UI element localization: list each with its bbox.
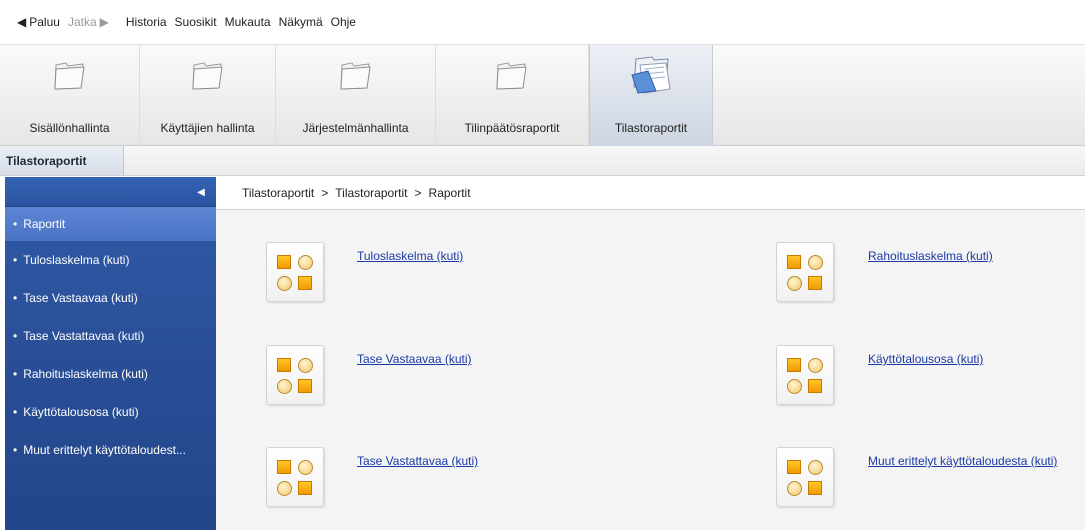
folder-icon bbox=[492, 57, 532, 93]
folder-icon bbox=[336, 57, 376, 93]
folder-icon bbox=[188, 57, 228, 93]
main-content: Tilastoraportit > Tilastoraportit > Rapo… bbox=[216, 177, 1085, 530]
report-link[interactable]: Käyttötalousosa (kuti) bbox=[868, 352, 983, 366]
report-icon[interactable] bbox=[266, 345, 324, 405]
sidebar: ◀ • Raportit • Tuloslaskelma (kuti) • Tase … bbox=[5, 177, 216, 530]
forward-button[interactable]: Jatka ▶ bbox=[68, 15, 112, 29]
report-icon[interactable] bbox=[776, 345, 834, 405]
report-icon[interactable] bbox=[266, 447, 324, 507]
bullet-icon: • bbox=[13, 291, 18, 305]
sidebar-item-tase-vastattavaa[interactable]: • Tase Vastattavaa (kuti) bbox=[5, 317, 216, 355]
report-icon[interactable] bbox=[776, 447, 834, 507]
report-icon[interactable] bbox=[266, 242, 324, 302]
sidebar-item-tase-vastaavaa[interactable]: • Tase Vastaavaa (kuti) bbox=[5, 279, 216, 317]
breadcrumb-separator: > bbox=[321, 186, 329, 200]
breadcrumb-item[interactable]: Tilastoraportit bbox=[242, 186, 314, 200]
report-link[interactable]: Tuloslaskelma (kuti) bbox=[357, 249, 463, 263]
bullet-icon: • bbox=[13, 367, 18, 381]
toolbar-label: Käyttäjien hallinta bbox=[160, 121, 255, 135]
toolbar-button-kayttajien-hallinta[interactable]: Käyttäjien hallinta bbox=[140, 45, 276, 146]
back-label: Paluu bbox=[29, 15, 60, 29]
section-title: Tilastoraportit bbox=[0, 146, 124, 175]
report-link[interactable]: Rahoituslaskelma (kuti) bbox=[868, 249, 993, 263]
sidebar-item-label: Tase Vastattavaa (kuti) bbox=[23, 329, 145, 343]
menu-suosikit[interactable]: Suosikit bbox=[175, 15, 217, 29]
sidebar-header: ◀ bbox=[5, 177, 216, 207]
toolbar-button-tilastoraportit[interactable]: Tilastoraportit bbox=[589, 45, 713, 146]
sidebar-item-label: Muut erittelyt käyttötaloudest... bbox=[23, 443, 186, 457]
breadcrumb-separator: > bbox=[414, 186, 422, 200]
bullet-icon: • bbox=[13, 253, 18, 267]
report-link[interactable]: Muut erittelyt käyttötaloudesta (kuti) bbox=[868, 454, 1057, 468]
sidebar-item-label: Raportit bbox=[23, 217, 66, 231]
forward-label: Jatka bbox=[67, 15, 97, 29]
menu-bar: ◀ Paluu Jatka ▶ Historia Suosikit Mukauta … bbox=[0, 0, 1085, 44]
bullet-icon: • bbox=[13, 405, 18, 419]
report-icon[interactable] bbox=[776, 242, 834, 302]
toolbar-label: Sisällönhallinta bbox=[29, 121, 110, 135]
forward-arrow-icon: ▶ bbox=[99, 15, 109, 29]
toolbar-label: Järjestelmänhallinta bbox=[302, 121, 409, 135]
sidebar-item-tuloslaskelma[interactable]: • Tuloslaskelma (kuti) bbox=[5, 241, 216, 279]
back-arrow-icon: ◀ bbox=[17, 15, 27, 29]
toolbar-label: Tilinpäätösraportit bbox=[464, 121, 560, 135]
sidebar-item-label: Rahoituslaskelma (kuti) bbox=[23, 367, 148, 381]
toolbar-label: Tilastoraportit bbox=[614, 121, 688, 135]
bullet-icon: • bbox=[13, 329, 18, 343]
menu-mukauta[interactable]: Mukauta bbox=[225, 15, 271, 29]
report-link[interactable]: Tase Vastaavaa (kuti) bbox=[357, 352, 472, 366]
sidebar-item-label: Tase Vastaavaa (kuti) bbox=[23, 291, 138, 305]
toolbar-button-tilinpaatosraportit[interactable]: Tilinpäätösraportit bbox=[436, 45, 589, 146]
breadcrumb-item[interactable]: Tilastoraportit bbox=[335, 186, 407, 200]
sidebar-item-label: Tuloslaskelma (kuti) bbox=[23, 253, 130, 267]
toolbar-button-jarjestelmanhallinta[interactable]: Järjestelmänhallinta bbox=[276, 45, 436, 146]
breadcrumb: Tilastoraportit > Tilastoraportit > Rapo… bbox=[216, 177, 1085, 210]
sidebar-item-rahoituslaskelma[interactable]: • Rahoituslaskelma (kuti) bbox=[5, 355, 216, 393]
breadcrumb-item-current: Raportit bbox=[428, 186, 471, 200]
menu-historia[interactable]: Historia bbox=[126, 15, 167, 29]
reports-icon bbox=[626, 56, 676, 94]
module-toolbar: Sisällönhallinta Käyttäjien hallinta Jär… bbox=[0, 44, 1085, 146]
toolbar-button-sisallonhallinta[interactable]: Sisällönhallinta bbox=[0, 45, 140, 146]
menu-ohje[interactable]: Ohje bbox=[331, 15, 356, 29]
history-nav: ◀ Paluu Jatka ▶ bbox=[14, 15, 112, 29]
back-button[interactable]: ◀ Paluu bbox=[14, 15, 60, 29]
sidebar-item-muut-erittelyt[interactable]: • Muut erittelyt käyttötaloudest... bbox=[5, 431, 216, 469]
collapse-left-icon[interactable]: ◀ bbox=[194, 185, 208, 199]
folder-icon bbox=[50, 57, 90, 93]
menu-nakyma[interactable]: Näkymä bbox=[279, 15, 323, 29]
bullet-icon: • bbox=[13, 443, 18, 457]
report-link[interactable]: Tase Vastattavaa (kuti) bbox=[357, 454, 478, 468]
bullet-icon: • bbox=[13, 217, 18, 231]
sidebar-item-raportit[interactable]: • Raportit bbox=[5, 207, 216, 241]
sidebar-item-kayttotalousosa[interactable]: • Käyttötalousosa (kuti) bbox=[5, 393, 216, 431]
sidebar-item-label: Käyttötalousosa (kuti) bbox=[23, 405, 139, 419]
section-bar: Tilastoraportit bbox=[0, 146, 1085, 176]
